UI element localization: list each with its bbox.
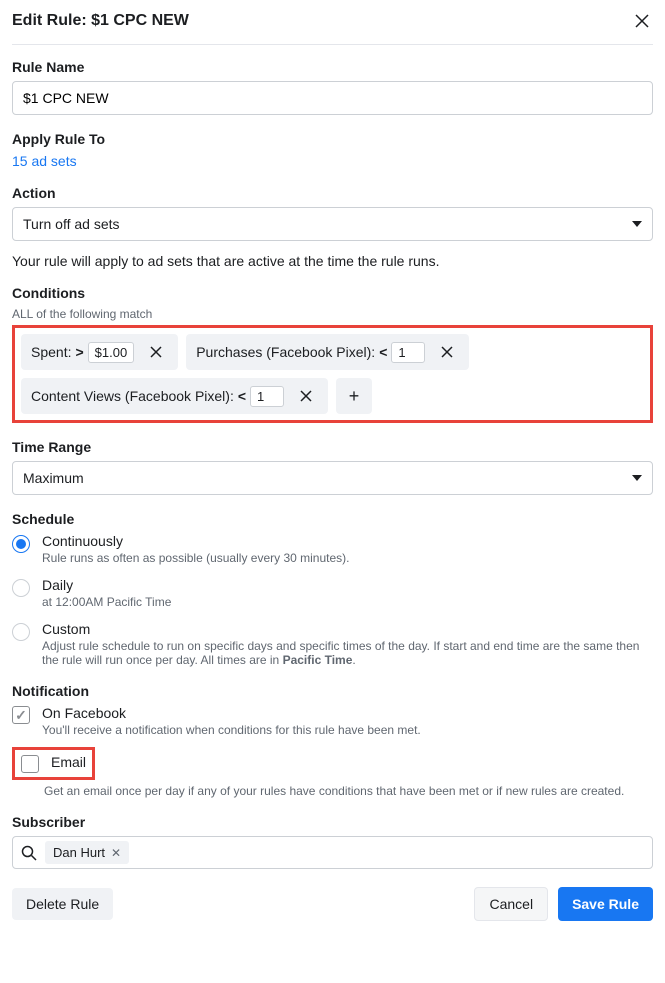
schedule-radio-continuously[interactable]	[12, 535, 30, 553]
close-icon	[440, 345, 454, 359]
rule-name-label: Rule Name	[12, 59, 653, 75]
action-selected: Turn off ad sets	[23, 216, 120, 232]
subscriber-token: Dan Hurt ✕	[45, 841, 129, 864]
rule-name-input[interactable]	[12, 81, 653, 115]
schedule-option-title: Continuously	[42, 533, 349, 549]
conditions-container: Spent: > $1.00 Purchases (Facebook Pixel…	[12, 325, 653, 423]
notification-email-highlight: Email	[12, 747, 95, 780]
time-range-label: Time Range	[12, 439, 653, 455]
cancel-button[interactable]: Cancel	[474, 887, 548, 921]
schedule-radio-custom[interactable]	[12, 623, 30, 641]
notification-email-title: Email	[51, 754, 86, 770]
condition-chip-purchases[interactable]: Purchases (Facebook Pixel): < 1	[186, 334, 469, 370]
conditions-sub: ALL of the following match	[12, 307, 653, 321]
close-icon	[635, 14, 649, 28]
condition-chip-content-views[interactable]: Content Views (Facebook Pixel): < 1	[21, 378, 328, 414]
close-icon	[149, 345, 163, 359]
remove-condition-button[interactable]	[294, 384, 318, 408]
schedule-option-title: Daily	[42, 577, 171, 593]
delete-rule-button[interactable]: Delete Rule	[12, 888, 113, 920]
notification-facebook-title: On Facebook	[42, 705, 421, 721]
search-icon	[21, 845, 37, 861]
schedule-radio-daily[interactable]	[12, 579, 30, 597]
condition-value-input[interactable]: $1.00	[88, 342, 135, 363]
schedule-label: Schedule	[12, 511, 653, 527]
save-rule-button[interactable]: Save Rule	[558, 887, 653, 921]
subscriber-input[interactable]: Dan Hurt ✕	[12, 836, 653, 869]
schedule-option-title: Custom	[42, 621, 653, 637]
action-select[interactable]: Turn off ad sets	[12, 207, 653, 241]
notification-email-checkbox[interactable]	[21, 755, 39, 773]
action-help: Your rule will apply to ad sets that are…	[12, 253, 653, 269]
chevron-down-icon	[632, 221, 642, 227]
apply-to-label: Apply Rule To	[12, 131, 653, 147]
chevron-down-icon	[632, 475, 642, 481]
action-label: Action	[12, 185, 653, 201]
condition-chip-spent[interactable]: Spent: > $1.00	[21, 334, 178, 370]
subscriber-label: Subscriber	[12, 814, 653, 830]
close-button[interactable]	[631, 10, 653, 32]
apply-to-link[interactable]: 15 ad sets	[12, 153, 77, 169]
dialog-title: Edit Rule: $1 CPC NEW	[12, 12, 189, 30]
remove-condition-button[interactable]	[435, 340, 459, 364]
add-condition-button[interactable]: +	[336, 378, 372, 414]
schedule-option-desc: Adjust rule schedule to run on specific …	[42, 639, 653, 667]
condition-value-input[interactable]: 1	[250, 386, 284, 407]
schedule-option-desc: at 12:00AM Pacific Time	[42, 595, 171, 609]
notification-label: Notification	[12, 683, 653, 699]
close-icon	[299, 389, 313, 403]
condition-value-input[interactable]: 1	[391, 342, 425, 363]
schedule-option-desc: Rule runs as often as possible (usually …	[42, 551, 349, 565]
plus-icon: +	[349, 386, 360, 407]
time-range-select[interactable]: Maximum	[12, 461, 653, 495]
conditions-label: Conditions	[12, 285, 653, 301]
time-range-selected: Maximum	[23, 470, 84, 486]
notification-facebook-checkbox[interactable]	[12, 706, 30, 724]
remove-subscriber-button[interactable]: ✕	[111, 846, 121, 860]
notification-facebook-desc: You'll receive a notification when condi…	[42, 723, 421, 737]
remove-condition-button[interactable]	[144, 340, 168, 364]
notification-email-desc: Get an email once per day if any of your…	[44, 784, 653, 798]
